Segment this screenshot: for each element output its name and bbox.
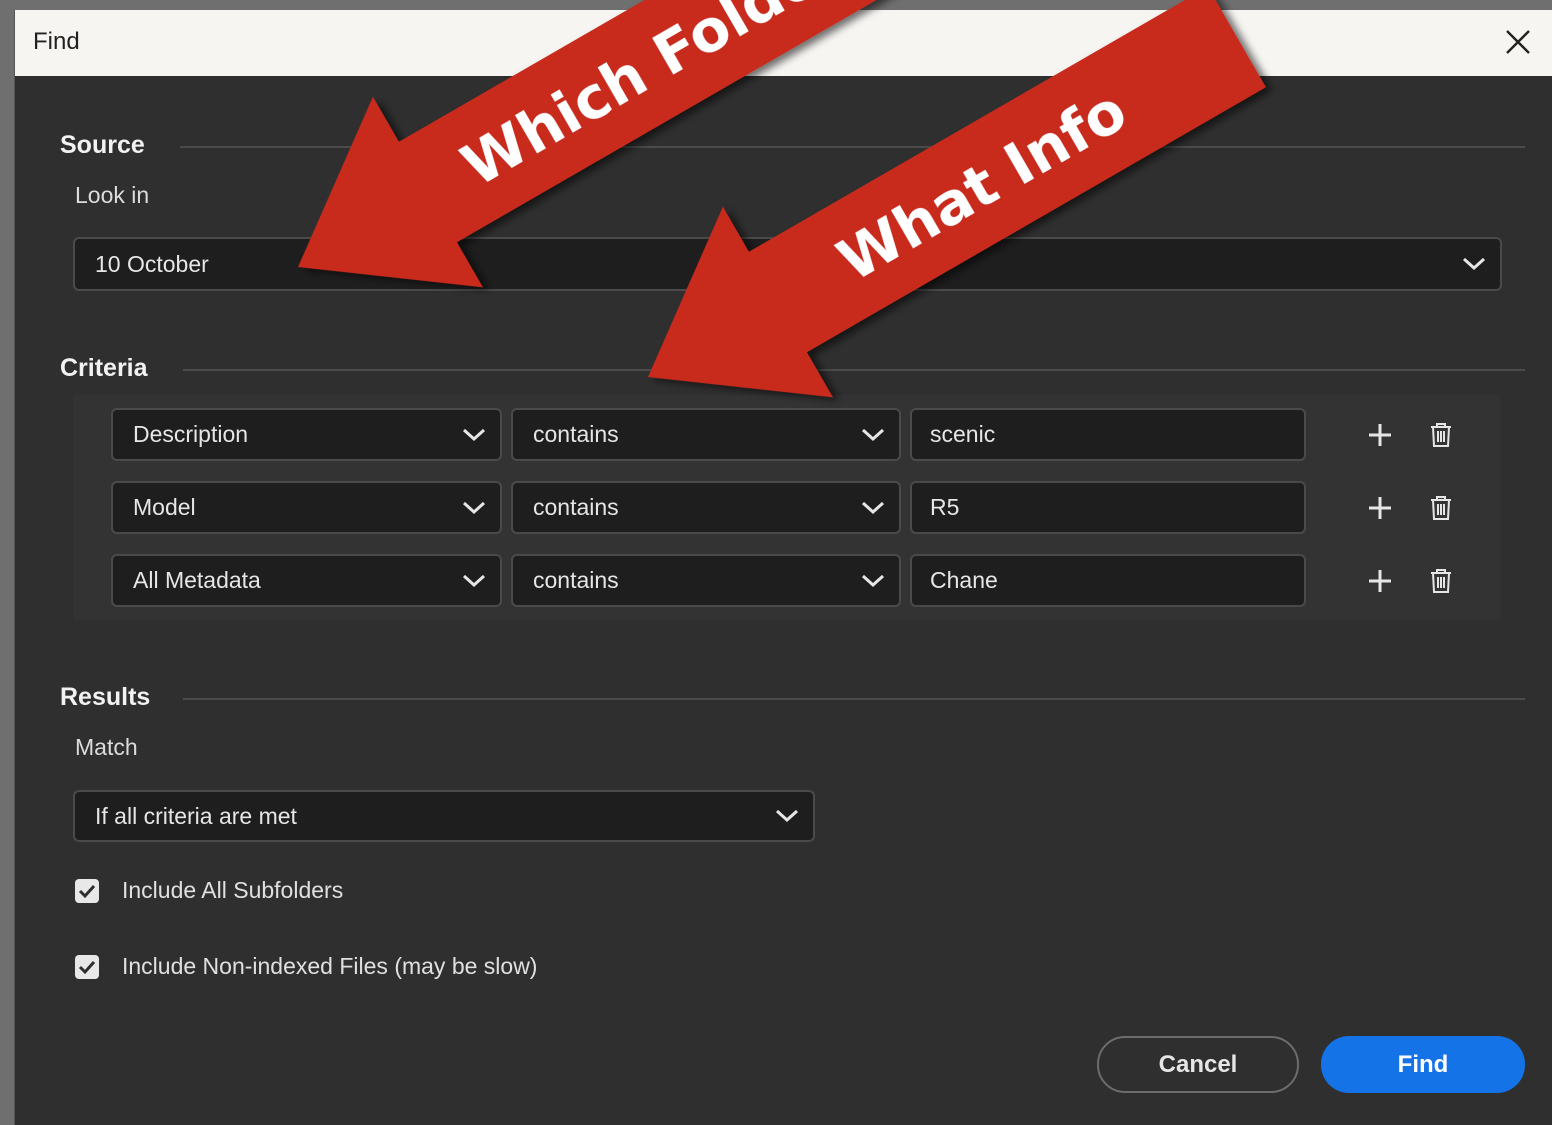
include-nonindexed-label: Include Non-indexed Files (may be slow): [122, 953, 538, 979]
include-nonindexed-checkbox[interactable]: [75, 955, 99, 979]
criteria-field-value: Description: [133, 421, 249, 447]
criteria-value-text: scenic: [930, 421, 996, 447]
chevron-down-icon: [775, 809, 799, 823]
trash-icon[interactable]: [1424, 491, 1458, 525]
criteria-value-input-3[interactable]: Chane: [910, 554, 1306, 607]
source-heading: Source: [60, 131, 145, 159]
trash-icon[interactable]: [1424, 418, 1458, 452]
criteria-operator-select-1[interactable]: contains: [511, 408, 901, 461]
criteria-field-select-1[interactable]: Description: [111, 408, 502, 461]
chevron-down-icon: [462, 501, 486, 514]
match-value: If all criteria are met: [95, 802, 297, 829]
criteria-value-text: R5: [930, 494, 960, 520]
add-criteria-icon[interactable]: [1363, 491, 1397, 525]
chevron-down-icon: [462, 574, 486, 587]
chevron-down-icon: [462, 428, 486, 441]
criteria-operator-value: contains: [533, 421, 619, 447]
results-heading: Results: [60, 683, 151, 711]
look-in-label: Look in: [75, 182, 150, 208]
cancel-button[interactable]: Cancel: [1097, 1036, 1299, 1093]
dialog-title: Find: [33, 28, 80, 55]
chevron-down-icon: [861, 428, 885, 441]
include-subfolders-checkbox[interactable]: [75, 879, 99, 903]
results-divider: [183, 698, 1525, 700]
checkmark-icon: [78, 960, 96, 975]
source-divider: [180, 146, 1525, 148]
criteria-field-value: All Metadata: [133, 567, 261, 593]
criteria-field-select-3[interactable]: All Metadata: [111, 554, 502, 607]
criteria-value-input-2[interactable]: R5: [910, 481, 1306, 534]
criteria-divider: [183, 369, 1525, 371]
criteria-value-input-1[interactable]: scenic: [910, 408, 1306, 461]
chevron-down-icon: [861, 574, 885, 587]
match-select[interactable]: If all criteria are met: [73, 790, 815, 842]
look-in-value: 10 October: [95, 250, 209, 277]
add-criteria-icon[interactable]: [1363, 418, 1397, 452]
trash-icon[interactable]: [1424, 564, 1458, 598]
chevron-down-icon: [1462, 257, 1486, 271]
checkmark-icon: [78, 884, 96, 899]
find-dialog: Find Source Look in 10 October Criteria …: [14, 10, 1552, 1125]
criteria-field-value: Model: [133, 494, 196, 520]
criteria-operator-select-2[interactable]: contains: [511, 481, 901, 534]
criteria-operator-value: contains: [533, 567, 619, 593]
close-icon[interactable]: [1496, 20, 1540, 64]
title-bar: Find: [15, 10, 1552, 76]
criteria-operator-value: contains: [533, 494, 619, 520]
find-button[interactable]: Find: [1321, 1036, 1525, 1093]
match-label: Match: [75, 734, 138, 760]
criteria-heading: Criteria: [60, 354, 148, 382]
criteria-field-select-2[interactable]: Model: [111, 481, 502, 534]
add-criteria-icon[interactable]: [1363, 564, 1397, 598]
criteria-operator-select-3[interactable]: contains: [511, 554, 901, 607]
look-in-select[interactable]: 10 October: [73, 237, 1502, 291]
include-subfolders-label: Include All Subfolders: [122, 877, 344, 903]
chevron-down-icon: [861, 501, 885, 514]
criteria-value-text: Chane: [930, 567, 998, 593]
